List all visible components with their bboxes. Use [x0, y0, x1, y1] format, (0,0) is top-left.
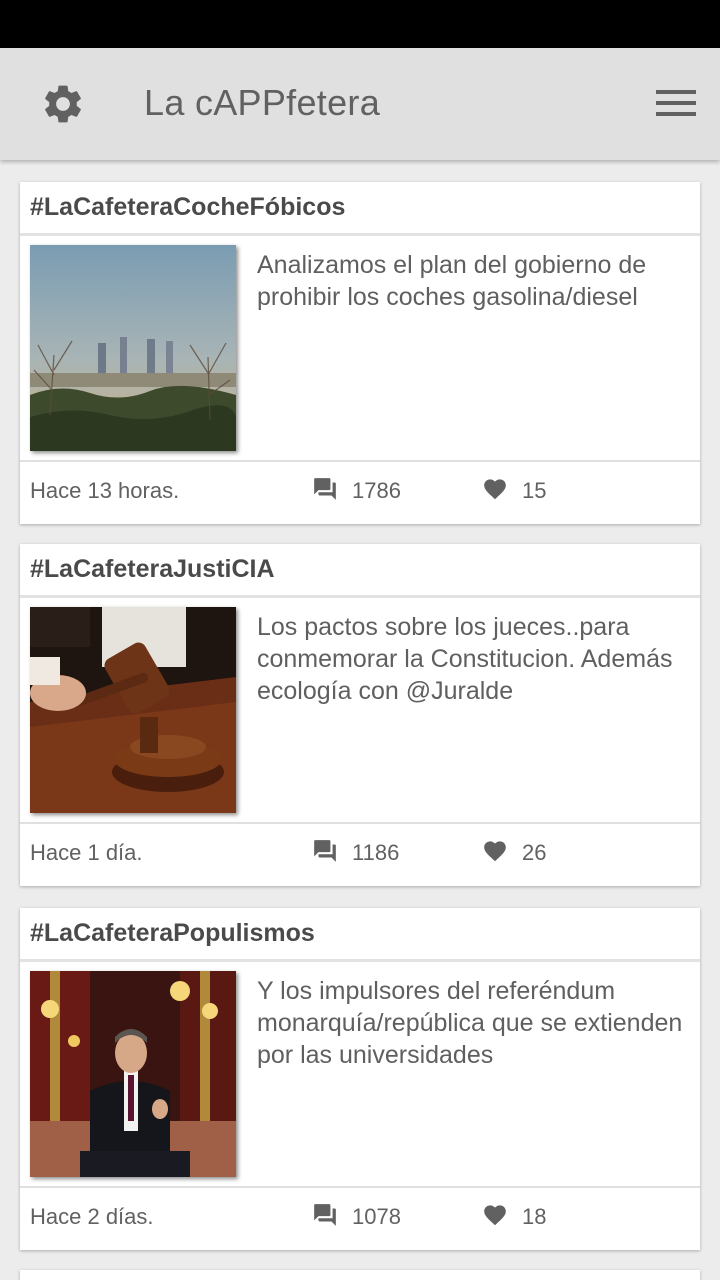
- like-count: 15: [522, 478, 547, 503]
- post-thumbnail[interactable]: [30, 971, 236, 1177]
- comments-icon[interactable]: [312, 838, 338, 864]
- post-body: Y los impulsores del referéndum monarquí…: [20, 962, 700, 1188]
- app-title: La cAPPfetera: [144, 82, 381, 123]
- post-time: Hace 2 días.: [30, 1204, 154, 1229]
- post-hashtag: #LaCafeteraJustiCIA: [30, 555, 275, 583]
- post-card[interactable]: #LaCafeteraCocheFóbicos Analizamos el pl…: [20, 182, 700, 524]
- post-feed: #LaCafeteraCocheFóbicos Analizamos el pl…: [0, 160, 720, 1280]
- heart-icon[interactable]: [482, 838, 508, 862]
- comment-count: 1786: [352, 478, 401, 503]
- post-header: #LaCafeteraPopulismos: [20, 908, 700, 962]
- heart-icon[interactable]: [482, 476, 508, 500]
- post-header: #LaCafeteraCocheFóbicos: [20, 182, 700, 236]
- app-bar: La cAPPfetera: [0, 48, 720, 160]
- post-text: Los pactos sobre los jueces..para conmem…: [257, 613, 673, 705]
- post-thumbnail[interactable]: [30, 245, 236, 451]
- post-thumbnail[interactable]: [30, 607, 236, 813]
- status-bar: [0, 0, 720, 48]
- post-body: Los pactos sobre los jueces..para conmem…: [20, 598, 700, 824]
- post-footer: Hace 13 horas. 1786 15: [20, 462, 700, 522]
- post-hashtag: #LaCafeteraCocheFóbicos: [30, 193, 346, 221]
- post-hashtag: #LaCafeteraPopulismos: [30, 919, 315, 947]
- like-count: 18: [522, 1204, 547, 1229]
- like-count: 26: [522, 840, 547, 865]
- post-card[interactable]: #LaCafeteraJustiCIA Los pactos sobre los…: [20, 544, 700, 886]
- comments-icon[interactable]: [312, 1202, 338, 1228]
- hamburger-menu-icon[interactable]: [654, 86, 698, 120]
- post-card[interactable]: #LaCafeteraPopulismos Y los impulsores d…: [20, 908, 700, 1250]
- post-footer: Hace 2 días. 1078 18: [20, 1188, 700, 1248]
- comments-icon[interactable]: [312, 476, 338, 502]
- heart-icon[interactable]: [482, 1202, 508, 1226]
- post-footer: Hace 1 día. 1186 26: [20, 824, 700, 884]
- post-header: #LaCafeteraJustiCIA: [20, 544, 700, 598]
- post-time: Hace 1 día.: [30, 840, 143, 865]
- post-text: Y los impulsores del referéndum monarquí…: [257, 977, 683, 1069]
- gear-icon[interactable]: [40, 81, 86, 127]
- post-time: Hace 13 horas.: [30, 478, 180, 503]
- comment-count: 1078: [352, 1204, 401, 1229]
- post-body: Analizamos el plan del gobierno de prohi…: [20, 236, 700, 462]
- comment-count: 1186: [352, 840, 400, 865]
- post-text: Analizamos el plan del gobierno de prohi…: [257, 251, 647, 311]
- post-card[interactable]: [20, 1270, 700, 1280]
